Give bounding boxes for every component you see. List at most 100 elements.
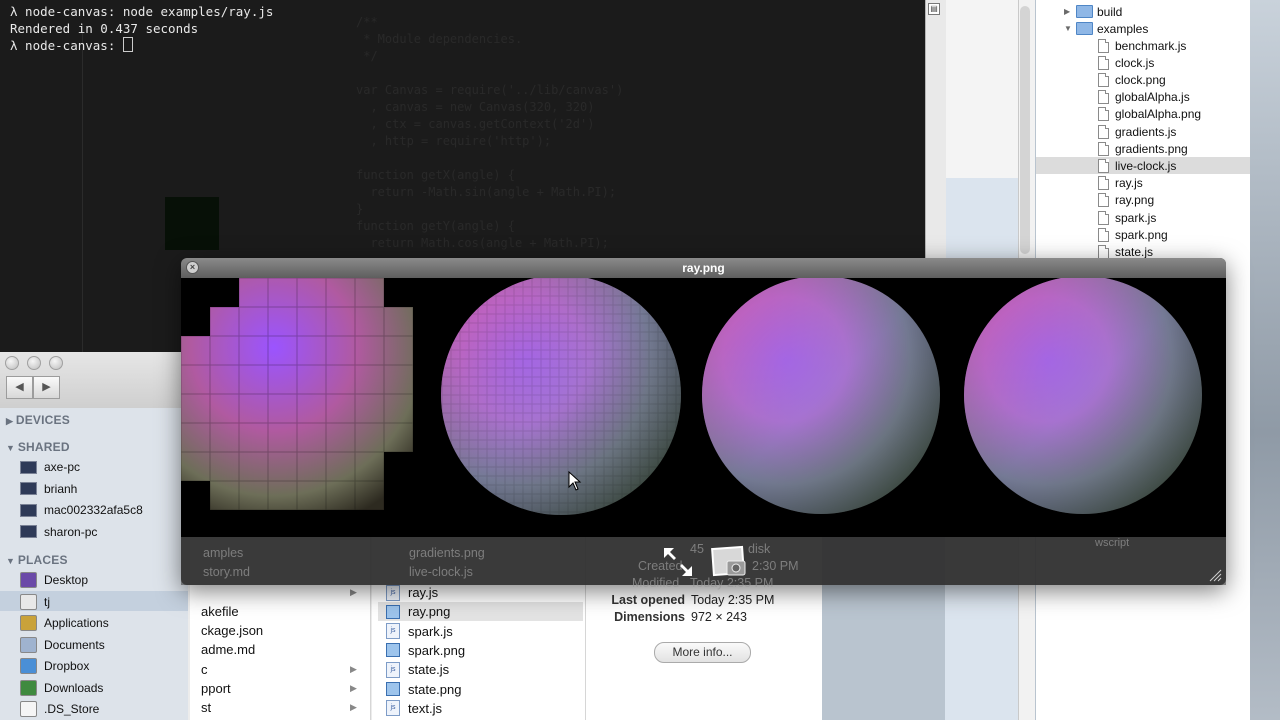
column-1-item[interactable]: ckage.json: [201, 621, 263, 640]
sidebar-header-label: SHARED: [17, 440, 70, 454]
column-1-item[interactable]: adme.md: [201, 640, 255, 659]
fullscreen-button[interactable]: [662, 546, 694, 578]
back-button[interactable]: ◀: [6, 376, 33, 399]
medium-pixel-sphere: [441, 278, 681, 515]
sidebar-header-devices[interactable]: ▶ DEVICES: [6, 413, 70, 427]
column-2-item[interactable]: ray.png: [386, 602, 450, 621]
ghost-tree-item: wscript: [1095, 537, 1130, 549]
sidebar-header-label: PLACES: [17, 553, 68, 567]
file-icon: [1098, 244, 1109, 259]
ghost-disk: disk: [748, 542, 771, 556]
disclosure-closed-icon[interactable]: ▶: [1064, 7, 1074, 16]
tree-folder-build[interactable]: ▶ build: [1064, 3, 1122, 20]
tree-file-item[interactable]: live-clock.js: [1098, 157, 1176, 174]
sidebar-item-label: Desktop: [44, 573, 89, 587]
column-2-item[interactable]: state.png: [386, 680, 462, 699]
minimize-window-button[interactable]: [27, 356, 41, 370]
ray-render-image: [181, 278, 1202, 515]
column-item-label: adme.md: [201, 642, 256, 657]
tree-file-item[interactable]: globalAlpha.png: [1098, 106, 1201, 123]
tree-file-item[interactable]: globalAlpha.js: [1098, 89, 1190, 106]
disclosure-open-icon[interactable]: ▼: [1064, 24, 1074, 33]
column-2-item[interactable]: js text.js: [386, 699, 442, 718]
column-1-item[interactable]: pport: [201, 679, 231, 698]
terminal-prompt: λ node-canvas:: [10, 37, 273, 55]
sidebar-item-dropbox[interactable]: Dropbox: [20, 656, 89, 676]
tree-file-label: gradients.js: [1115, 124, 1177, 139]
computer-icon: [20, 460, 37, 474]
tree-file-item[interactable]: ray.png: [1098, 192, 1154, 209]
resize-grip-icon: [1209, 569, 1222, 582]
file-icon: [1098, 72, 1109, 87]
column-2-item[interactable]: spark.png: [386, 641, 465, 660]
quicklook-close-button[interactable]: ×: [186, 261, 199, 274]
sidebar-item-documents[interactable]: Documents: [20, 635, 105, 655]
resize-grip[interactable]: [1208, 568, 1222, 582]
more-info-button[interactable]: More info...: [654, 642, 751, 663]
sidebar-item-label: Dropbox: [44, 659, 90, 673]
terminal-output[interactable]: λ node-canvas: node examples/ray.js Rende…: [10, 4, 273, 55]
terminal-dark-block: [165, 197, 219, 250]
tree-file-label: benchmark.js: [1115, 38, 1187, 53]
tree-file-item[interactable]: ray.js: [1098, 175, 1143, 192]
sidebar-item-shared[interactable]: axe-pc: [20, 457, 80, 477]
column-1-item[interactable]: akefile: [201, 602, 239, 621]
mouse-pointer-icon: [568, 470, 582, 491]
editor-code-line: [356, 150, 623, 167]
column-2-item[interactable]: js state.js: [386, 660, 449, 679]
tree-file-item[interactable]: spark.js: [1098, 209, 1156, 226]
image-file-icon: [386, 682, 400, 696]
sidebar-header-places[interactable]: ▼ PLACES: [6, 553, 68, 567]
tree-file-item[interactable]: clock.js: [1098, 54, 1154, 71]
smooth-sphere-large: [964, 278, 1202, 514]
add-to-iphoto-button[interactable]: [711, 545, 749, 579]
sidebar-item-desktop[interactable]: Desktop: [20, 570, 88, 590]
last-opened-label: Last opened: [611, 593, 685, 607]
tree-folder-label: examples: [1097, 21, 1149, 36]
sidebar-item-ds-store[interactable]: .DS_Store: [20, 699, 99, 719]
editor-code-line: return -Math.sin(angle + Math.PI);: [356, 185, 617, 199]
file-icon: [1098, 141, 1109, 156]
tree-file-label: globalAlpha.js: [1115, 90, 1190, 105]
sidebar-item-label: Documents: [44, 637, 105, 652]
split-view-button[interactable]: ▤: [928, 3, 940, 15]
tree-file-item[interactable]: spark.png: [1098, 226, 1168, 243]
column-1-item[interactable]: c: [201, 660, 208, 679]
ray-image-preview: [181, 278, 1226, 537]
folder-icon: [1076, 5, 1093, 18]
column-item-label: akefile: [201, 604, 239, 619]
dimensions-value: 972 × 243: [691, 610, 747, 624]
tree-file-item[interactable]: gradients.js: [1098, 123, 1176, 140]
terminal-divider: [82, 24, 83, 352]
column-2-item[interactable]: js ray.js: [386, 583, 438, 602]
tree-file-item[interactable]: gradients.png: [1098, 140, 1188, 157]
sidebar-header-shared[interactable]: ▼ SHARED: [6, 440, 70, 454]
column-item-label: state.png: [408, 681, 462, 697]
js-file-icon: js: [386, 661, 400, 678]
column-item-label: c: [201, 662, 208, 677]
column-item-label: st: [201, 700, 212, 715]
terminal-scrollbar[interactable]: [925, 0, 946, 258]
sidebar-item-tj[interactable]: tj: [20, 592, 50, 612]
tree-folder-examples[interactable]: ▼ examples: [1064, 20, 1148, 37]
close-window-button[interactable]: [5, 356, 19, 370]
sidebar-item-shared[interactable]: brianh: [20, 479, 77, 499]
editor-code-line: /**: [356, 15, 378, 29]
tree-file-item[interactable]: benchmark.js: [1098, 37, 1186, 54]
sidebar-item-applications[interactable]: Applications: [20, 613, 109, 633]
editor-scrollbar-thumb[interactable]: [1020, 6, 1030, 254]
column-2-item[interactable]: js spark.js: [386, 622, 453, 641]
column-item-label: state.js: [408, 662, 450, 678]
tree-file-item[interactable]: clock.png: [1098, 71, 1166, 88]
tree-file-label: live-clock.js: [1115, 158, 1177, 173]
fullscreen-arrows-icon: [664, 548, 692, 576]
forward-button[interactable]: ▶: [33, 376, 60, 399]
sidebar-item-shared[interactable]: mac002332afa5c8: [20, 500, 143, 520]
editor-code-line: , canvas = new Canvas(320, 320): [356, 100, 595, 114]
zoom-window-button[interactable]: [49, 356, 63, 370]
sidebar-item-downloads[interactable]: Downloads: [20, 678, 103, 698]
folder-arrow-icon: ▶: [350, 664, 357, 674]
column-item-label: text.js: [408, 700, 442, 716]
sidebar-item-shared[interactable]: sharon-pc: [20, 522, 97, 542]
column-1-item[interactable]: st: [201, 698, 211, 717]
